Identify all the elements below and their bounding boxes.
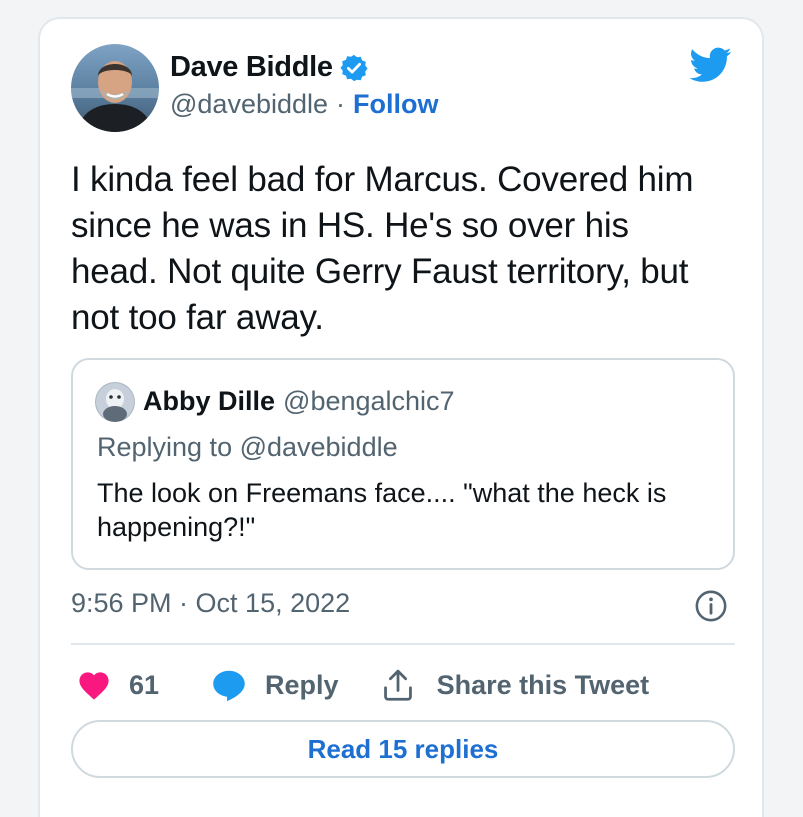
action-bar: 61 Reply Share this Tweet — [71, 665, 735, 705]
author-name[interactable]: Dave Biddle — [170, 51, 333, 84]
reply-button[interactable]: Reply — [211, 668, 339, 702]
divider — [71, 643, 735, 645]
tweet-timestamp[interactable]: 9:56 PM · Oct 15, 2022 — [71, 588, 350, 619]
like-button[interactable]: 61 — [71, 669, 159, 701]
quoted-replying-to: Replying to @davebiddle — [97, 432, 398, 462]
quoted-tweet[interactable]: Abby Dille @bengalchic7 Replying to @dav… — [71, 358, 735, 570]
read-replies-label: Read 15 replies — [307, 733, 499, 764]
separator-dot: · — [336, 89, 346, 119]
quoted-author-avatar[interactable] — [95, 382, 135, 422]
read-replies-button[interactable]: Read 15 replies — [71, 720, 735, 778]
heart-icon — [77, 669, 111, 701]
reply-label: Reply — [265, 669, 339, 700]
tweet-card: Dave Biddle @davebiddle · Follow I kinda… — [38, 17, 764, 817]
follow-button[interactable]: Follow — [353, 89, 438, 120]
quoted-author-handle[interactable]: @bengalchic7 — [283, 386, 455, 417]
quoted-author-row: Abby Dille @bengalchic7 — [143, 386, 455, 417]
author-name-row[interactable]: Dave Biddle — [170, 51, 369, 84]
share-label: Share this Tweet — [436, 669, 650, 700]
speech-bubble-icon — [211, 668, 247, 702]
quoted-author-name[interactable]: Abby Dille — [143, 386, 275, 417]
verified-badge-icon — [339, 53, 369, 83]
author-avatar[interactable] — [71, 44, 159, 132]
share-upload-icon — [381, 667, 415, 703]
share-button[interactable]: Share this Tweet — [381, 667, 650, 703]
author-handle-row: @davebiddle · Follow — [170, 89, 439, 120]
author-handle[interactable]: @davebiddle — [170, 89, 328, 120]
tweet-text: I kinda feel bad for Marcus. Covered him… — [71, 160, 694, 337]
quoted-tweet-text: The look on Freemans face.... "what the … — [97, 478, 667, 542]
twitter-bird-icon[interactable] — [689, 47, 732, 83]
info-icon[interactable] — [694, 589, 728, 623]
like-count: 61 — [129, 669, 160, 700]
